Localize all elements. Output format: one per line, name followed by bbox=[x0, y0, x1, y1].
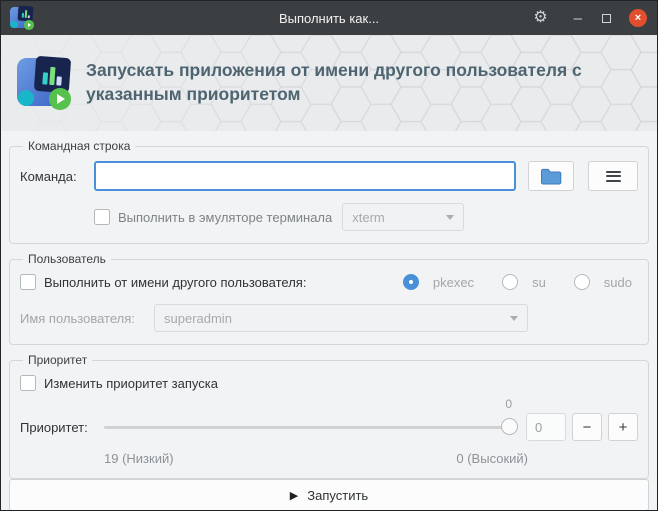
priority-max-label: 0 (Высокий) bbox=[456, 451, 528, 466]
priority-spin-value[interactable]: 0 bbox=[526, 413, 566, 441]
menu-button[interactable] bbox=[588, 161, 638, 191]
priority-min-label: 19 (Низкий) bbox=[104, 451, 174, 466]
app-window: Выполнить как... ⚙ – × Запускать приложе… bbox=[0, 0, 658, 511]
header: Запускать приложения от имени другого по… bbox=[1, 35, 657, 131]
user-group: Пользователь Выполнить от имени другого … bbox=[9, 252, 649, 345]
runas-checkbox[interactable] bbox=[20, 274, 36, 290]
runas-checkbox-label: Выполнить от имени другого пользователя: bbox=[44, 274, 307, 290]
pkexec-radio-label: pkexec bbox=[432, 274, 475, 290]
sudo-radio[interactable] bbox=[573, 274, 590, 290]
folder-icon bbox=[541, 168, 562, 184]
auth-radio-group: pkexec su sudo bbox=[402, 274, 638, 290]
run-button[interactable]: ▶ Запустить bbox=[9, 479, 649, 510]
minimize-button[interactable]: – bbox=[574, 11, 582, 26]
change-priority-checkbox-label: Изменить приоритет запуска bbox=[44, 375, 218, 391]
command-group: Командная строка Команда: Выполнить в эм… bbox=[9, 139, 649, 244]
page-title: Запускать приложения от имени другого по… bbox=[86, 60, 582, 104]
run-button-label: Запустить bbox=[307, 487, 369, 503]
radio-item-su[interactable]: su bbox=[502, 274, 546, 290]
titlebar[interactable]: Выполнить как... ⚙ – × bbox=[1, 1, 657, 35]
slider-track[interactable] bbox=[104, 426, 518, 429]
priority-group-legend: Приоритет bbox=[28, 353, 88, 367]
terminal-select-value: xterm bbox=[352, 209, 385, 225]
content: Командная строка Команда: Выполнить в эм… bbox=[1, 131, 657, 510]
su-radio-label: su bbox=[532, 274, 546, 290]
close-icon: × bbox=[634, 11, 642, 24]
close-button[interactable]: × bbox=[629, 9, 647, 27]
user-group-legend: Пользователь bbox=[28, 252, 106, 266]
maximize-button[interactable] bbox=[602, 13, 611, 23]
spin-plus-button[interactable]: + bbox=[608, 413, 638, 441]
radio-item-pkexec[interactable]: pkexec bbox=[402, 274, 475, 290]
spin-minus-button[interactable]: − bbox=[572, 413, 602, 441]
command-input[interactable] bbox=[94, 161, 516, 191]
su-radio[interactable] bbox=[502, 274, 519, 290]
hamburger-icon bbox=[605, 168, 621, 184]
priority-slider[interactable] bbox=[104, 418, 518, 436]
username-select[interactable]: superadmin bbox=[154, 304, 528, 332]
maximize-icon bbox=[602, 13, 611, 23]
terminal-checkbox-label: Выполнить в эмуляторе терминала bbox=[118, 209, 333, 225]
terminal-checkbox[interactable] bbox=[94, 209, 110, 225]
sudo-radio-label: sudo bbox=[603, 274, 632, 290]
play-icon: ▶ bbox=[289, 489, 299, 502]
username-select-value: superadmin bbox=[164, 310, 232, 326]
pkexec-radio[interactable] bbox=[402, 274, 419, 290]
chevron-down-icon bbox=[446, 214, 455, 220]
username-label: Имя пользователя: bbox=[20, 310, 135, 326]
slider-value-label: 0 bbox=[505, 397, 512, 411]
priority-group: Приоритет Изменить приоритет запуска 0 П… bbox=[9, 353, 649, 479]
slider-handle[interactable] bbox=[501, 418, 518, 435]
priority-label: Приоритет: bbox=[20, 419, 88, 435]
command-group-legend: Командная строка bbox=[28, 139, 131, 153]
radio-item-sudo[interactable]: sudo bbox=[573, 274, 632, 290]
browse-folder-button[interactable] bbox=[528, 161, 574, 191]
settings-gear-icon[interactable]: ⚙ bbox=[533, 10, 547, 26]
app-logo bbox=[17, 55, 72, 110]
change-priority-checkbox[interactable] bbox=[20, 375, 36, 391]
chevron-down-icon bbox=[510, 315, 518, 321]
command-label: Команда: bbox=[20, 168, 77, 184]
terminal-select[interactable]: xterm bbox=[342, 203, 465, 231]
